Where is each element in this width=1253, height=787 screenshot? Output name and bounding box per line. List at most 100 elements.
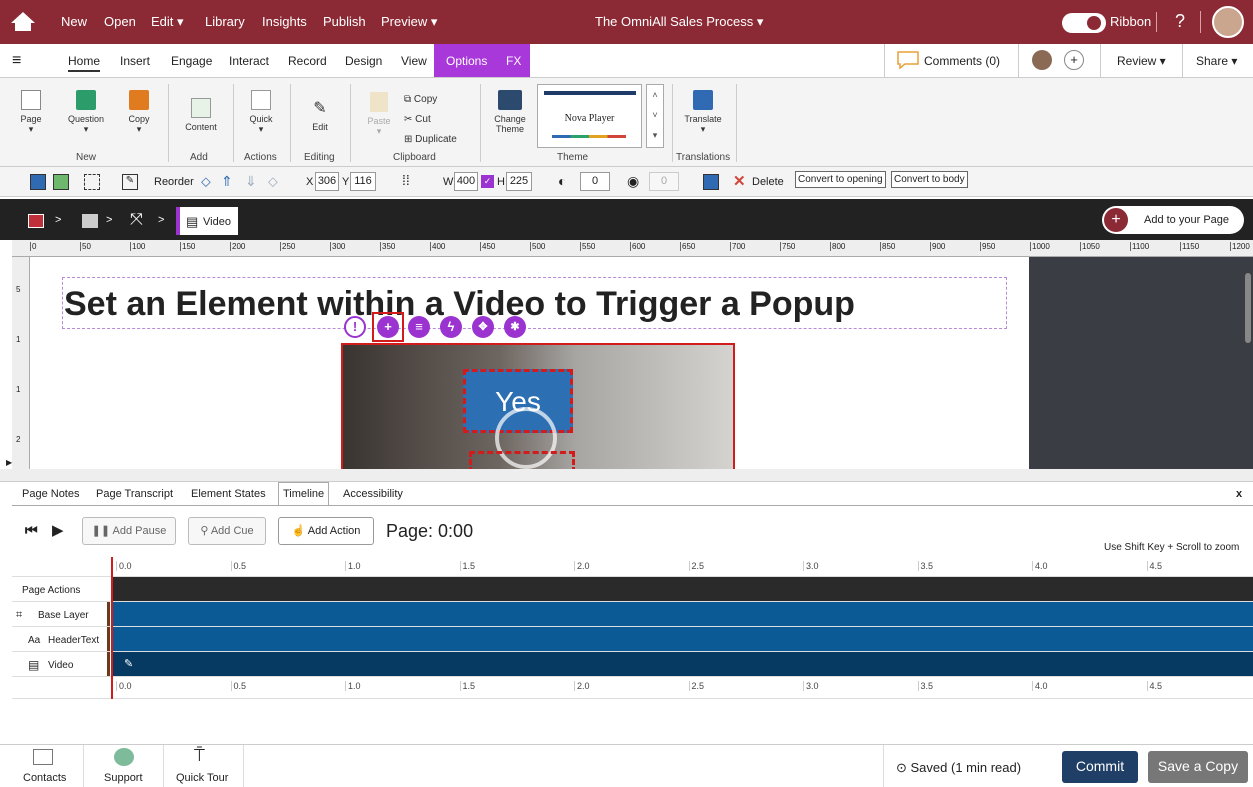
add-action-button[interactable]: ☝ Add Action <box>278 517 374 545</box>
delete-icon[interactable]: ✕ <box>733 172 746 190</box>
timeline-row-video[interactable]: ▤ Video ✎ <box>12 652 1253 677</box>
document-title[interactable]: The OmniAll Sales Process ▾ <box>595 14 763 30</box>
x-field[interactable]: 306 <box>315 172 339 191</box>
menu-preview[interactable]: Preview ▾ <box>381 14 437 30</box>
settings-sliders-icon[interactable]: ≡ <box>408 316 430 338</box>
tab-insert[interactable]: Insert <box>120 54 150 68</box>
menu-library[interactable]: Library <box>205 14 245 29</box>
tab-fx[interactable]: FX <box>506 54 521 68</box>
tab-timeline[interactable]: Timeline <box>278 482 330 505</box>
course-icon[interactable] <box>28 214 44 228</box>
tab-page-transcript[interactable]: Page Transcript <box>96 488 173 500</box>
page-button[interactable]: Page ▾ <box>14 86 48 135</box>
bring-forward-icon[interactable]: ⬦ <box>201 173 211 190</box>
help-button[interactable]: ? <box>1175 11 1185 32</box>
comments-button[interactable]: Comments (0) <box>924 54 1000 68</box>
tab-element-states[interactable]: Element States <box>191 488 266 500</box>
share-menu[interactable]: Share ▾ <box>1196 54 1237 68</box>
timeline-track[interactable] <box>112 627 1253 651</box>
edit-style-icon[interactable]: ✎ <box>122 174 138 190</box>
tab-design[interactable]: Design <box>345 54 382 68</box>
word-icon[interactable] <box>703 174 719 190</box>
hamburger-menu-icon[interactable]: ≡ <box>12 52 21 70</box>
move-icon[interactable]: ✥ <box>472 316 494 338</box>
add-to-page-button[interactable]: + Add to your Page <box>1102 206 1244 234</box>
track-handle[interactable] <box>107 602 110 626</box>
align-grid-icon[interactable]: ⁞⁞ <box>402 172 410 188</box>
tab-home[interactable]: Home <box>68 54 101 72</box>
fill-icon[interactable] <box>30 174 46 190</box>
quick-tour-button[interactable]: ⍑ Quick Tour <box>164 745 244 787</box>
paste-button[interactable]: Paste ▾ <box>362 88 396 137</box>
menu-publish[interactable]: Publish <box>323 14 366 29</box>
timeline-track[interactable]: ✎ <box>112 652 1253 676</box>
review-menu[interactable]: Review ▾ <box>1117 54 1166 68</box>
timeline-row-header-text[interactable]: Aa HeaderText <box>12 627 1253 652</box>
question-button[interactable]: Question ▾ <box>62 86 110 135</box>
timeline-track[interactable] <box>112 577 1253 601</box>
tab-engage[interactable]: Engage <box>171 54 212 68</box>
lock-ratio-checkbox[interactable]: ✓ <box>481 175 494 188</box>
play-icon[interactable]: ▶ <box>52 521 64 539</box>
theme-gallery-scroll[interactable]: ˄ ˅ ▾ <box>646 84 664 148</box>
breadcrumb-current[interactable]: ▤ Video <box>176 207 238 235</box>
close-panel-button[interactable]: x <box>1236 488 1242 500</box>
page-heading[interactable]: Set an Element within a Video to Trigger… <box>64 285 855 324</box>
add-collaborator-button[interactable]: + <box>1064 50 1084 70</box>
playhead[interactable] <box>111 557 113 699</box>
add-cue-button[interactable]: ⚲ Add Cue <box>188 517 266 545</box>
timeline-row-base-layer[interactable]: ⌗ Base Layer <box>12 602 1253 627</box>
image-icon[interactable] <box>53 174 69 190</box>
collaborator-avatar[interactable] <box>1032 50 1052 70</box>
page-canvas[interactable]: Set an Element within a Video to Trigger… <box>44 257 1029 469</box>
menu-new[interactable]: New <box>61 14 87 29</box>
ribbon-toggle[interactable] <box>1062 13 1106 33</box>
tab-options[interactable]: Options <box>446 54 487 68</box>
panel-splitter[interactable] <box>0 469 1253 482</box>
add-action-icon[interactable]: + <box>377 316 399 338</box>
menu-insights[interactable]: Insights <box>262 14 307 29</box>
opacity-field[interactable]: 0 <box>580 172 610 191</box>
h-field[interactable]: 225 <box>506 172 532 191</box>
theme-gallery-item[interactable]: Nova Player <box>537 84 642 148</box>
copy-page-button[interactable]: Copy ▾ <box>122 86 156 135</box>
edit-button[interactable]: ✎ Edit <box>302 94 338 132</box>
action-marker-icon[interactable]: ✎ <box>124 657 133 670</box>
page-icon[interactable] <box>82 214 98 228</box>
change-theme-button[interactable]: Change Theme <box>490 86 530 134</box>
convert-to-opening-button[interactable]: Convert to opening <box>795 171 886 188</box>
tab-record[interactable]: Record <box>288 54 327 68</box>
convert-to-body-button[interactable]: Convert to body <box>891 171 968 188</box>
delete-button[interactable]: Delete <box>752 176 784 188</box>
add-pause-button[interactable]: ❚❚ Add Pause <box>82 517 176 545</box>
rotate-field[interactable]: 0 <box>649 172 679 191</box>
support-button[interactable]: Support <box>84 745 164 787</box>
menu-open[interactable]: Open <box>104 14 136 29</box>
save-copy-button[interactable]: Save a Copy <box>1148 751 1248 783</box>
cut-button[interactable]: ✂ Cut <box>404 110 457 130</box>
timeline-track[interactable] <box>112 602 1253 626</box>
gear-icon[interactable]: ✱ <box>504 316 526 338</box>
send-backward-icon[interactable]: ⇓ <box>245 173 257 190</box>
translate-button[interactable]: Translate ▾ <box>680 86 726 135</box>
y-field[interactable]: 116 <box>350 172 376 191</box>
commit-button[interactable]: Commit <box>1062 751 1138 783</box>
menu-edit[interactable]: Edit ▾ <box>151 14 184 30</box>
video-element[interactable]: Yes <box>341 343 735 469</box>
canvas-scrollbar[interactable] <box>1245 273 1251 343</box>
quick-actions-button[interactable]: Quick ▾ <box>244 86 278 135</box>
skip-to-start-icon[interactable]: ⏮ <box>25 522 38 539</box>
send-to-back-icon[interactable]: ⬦ <box>268 173 278 190</box>
duplicate-button[interactable]: ⊞ Duplicate <box>404 130 457 150</box>
tab-accessibility[interactable]: Accessibility <box>343 488 403 500</box>
copy-button[interactable]: ⧉ Copy <box>404 90 457 110</box>
hotspot-frame[interactable] <box>469 451 575 469</box>
trigger-bolt-icon[interactable]: ϟ <box>440 316 462 338</box>
track-handle[interactable] <box>107 652 110 676</box>
home-icon[interactable] <box>10 10 36 32</box>
layer-icon[interactable]: ⤧ <box>130 211 143 229</box>
track-handle[interactable] <box>107 627 110 651</box>
bring-to-front-icon[interactable]: ⇑ <box>221 173 233 190</box>
collapse-handle-icon[interactable]: ▶ <box>6 458 12 467</box>
w-field[interactable]: 400 <box>454 172 478 191</box>
